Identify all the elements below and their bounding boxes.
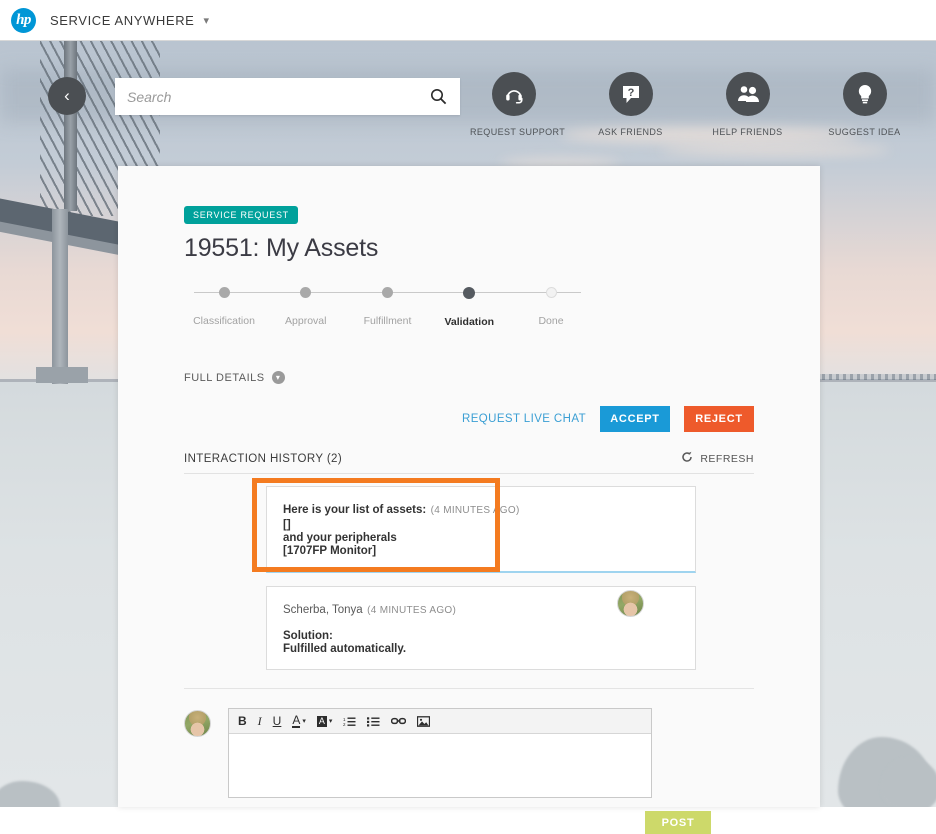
avatar bbox=[184, 710, 211, 737]
message-timestamp: (4 MINUTES AGO) bbox=[430, 505, 520, 516]
bulleted-list-icon[interactable] bbox=[367, 716, 380, 727]
quick-action-label: ASK FRIENDS bbox=[598, 127, 663, 137]
image-icon[interactable] bbox=[417, 715, 431, 727]
quick-action-label: HELP FRIENDS bbox=[712, 127, 783, 137]
lightbulb-icon bbox=[842, 72, 887, 116]
tracker-step-approval[interactable]: Approval bbox=[266, 287, 346, 328]
message-line: [] bbox=[283, 519, 291, 531]
step-dot bbox=[218, 287, 230, 298]
chevron-down-circle-icon: ▾ bbox=[271, 371, 285, 384]
message-item-2-wrap: Scherba, Tonya (4 MINUTES AGO) Solution:… bbox=[184, 586, 754, 670]
quick-action-help-friends[interactable]: HELP FRIENDS bbox=[704, 72, 791, 137]
step-label: Fulfillment bbox=[363, 315, 412, 327]
step-label: Approval bbox=[285, 315, 327, 327]
svg-text:2: 2 bbox=[343, 722, 346, 727]
step-dot bbox=[545, 287, 557, 298]
refresh-label: REFRESH bbox=[700, 452, 754, 465]
step-label: Classification bbox=[193, 315, 255, 327]
quick-action-ask-friends[interactable]: ? ASK FRIENDS bbox=[587, 72, 674, 137]
hp-logo-icon[interactable]: hp bbox=[11, 7, 36, 33]
brand-title: SERVICE ANYWHERE bbox=[50, 12, 195, 28]
status-badge: SERVICE REQUEST bbox=[184, 206, 298, 224]
action-row: REQUEST LIVE CHAT ACCEPT REJECT bbox=[184, 406, 754, 432]
editor-toolbar: B I U A ▾ A ▾ 1 2 bbox=[229, 709, 651, 734]
question-bubble-icon: ? bbox=[608, 72, 653, 116]
avatar bbox=[617, 590, 644, 617]
svg-text:?: ? bbox=[627, 87, 634, 99]
headset-icon bbox=[491, 72, 536, 116]
step-label: Validation bbox=[444, 316, 495, 328]
link-icon[interactable] bbox=[391, 716, 407, 726]
message-item[interactable]: Here is your list of assets: (4 MINUTES … bbox=[266, 486, 696, 573]
numbered-list-icon[interactable]: 1 2 bbox=[343, 716, 356, 727]
tracker-step-fulfillment[interactable]: Fulfillment bbox=[348, 287, 428, 328]
comment-input[interactable] bbox=[229, 734, 651, 797]
text-color-icon[interactable]: A ▾ bbox=[292, 714, 306, 728]
accept-button[interactable]: ACCEPT bbox=[600, 406, 670, 432]
step-dot bbox=[382, 287, 393, 298]
sidebar-collapse-button[interactable]: ‹ bbox=[48, 77, 86, 115]
people-icon bbox=[725, 72, 770, 116]
step-dot bbox=[463, 287, 476, 299]
full-details-toggle[interactable]: FULL DETAILS ▾ bbox=[184, 371, 754, 384]
italic-icon[interactable]: I bbox=[258, 715, 262, 727]
quick-action-label: REQUEST SUPPORT bbox=[470, 127, 566, 137]
bold-icon[interactable]: B bbox=[238, 715, 247, 727]
progress-tracker: Classification Approval Fulfillment Vali… bbox=[184, 287, 591, 333]
refresh-button[interactable]: REFRESH bbox=[681, 451, 754, 466]
message-line: Fulfilled automatically. bbox=[283, 643, 407, 655]
reject-button[interactable]: REJECT bbox=[684, 406, 754, 432]
quick-action-suggest-idea[interactable]: SUGGEST IDEA bbox=[821, 72, 908, 137]
content-panel: SERVICE REQUEST 19551: My Assets Classif… bbox=[118, 166, 820, 834]
step-label: Done bbox=[538, 315, 564, 327]
post-button[interactable]: POST bbox=[645, 811, 711, 834]
refresh-icon bbox=[681, 451, 693, 466]
quick-actions: REQUEST SUPPORT ? ASK FRIENDS HELP FRIEN… bbox=[470, 72, 908, 137]
message-heading: Here is your list of assets: bbox=[283, 504, 427, 516]
request-live-chat-link[interactable]: REQUEST LIVE CHAT bbox=[462, 413, 586, 425]
message-item-1-wrap: Here is your list of assets: (4 MINUTES … bbox=[184, 478, 754, 573]
message-timestamp: (4 MINUTES AGO) bbox=[367, 605, 457, 616]
message-author: Scherba, Tonya bbox=[283, 604, 363, 616]
full-details-label: FULL DETAILS bbox=[184, 371, 265, 384]
search-input[interactable] bbox=[127, 88, 430, 105]
chevron-down-icon[interactable]: ▾ bbox=[203, 14, 209, 27]
message-line: and your peripherals bbox=[283, 532, 397, 544]
message-line: [1707FP Monitor] bbox=[283, 545, 377, 557]
chevron-left-icon: ‹ bbox=[64, 86, 70, 105]
page-title: 19551: My Assets bbox=[184, 234, 379, 262]
message-list: Here is your list of assets: (4 MINUTES … bbox=[184, 478, 754, 670]
tracker-step-done[interactable]: Done bbox=[511, 287, 591, 328]
message-line: Solution: bbox=[283, 630, 333, 642]
composer-divider bbox=[184, 688, 754, 689]
quick-action-label: SUGGEST IDEA bbox=[828, 127, 901, 137]
post-row: POST bbox=[184, 811, 754, 834]
highlight-color-icon[interactable]: A ▾ bbox=[316, 715, 332, 727]
quick-action-request-support[interactable]: REQUEST SUPPORT bbox=[470, 72, 566, 137]
rich-text-editor[interactable]: B I U A ▾ A ▾ 1 2 bbox=[228, 708, 652, 798]
search-box[interactable] bbox=[115, 78, 460, 115]
interaction-history-header: INTERACTION HISTORY (2) REFRESH bbox=[184, 451, 754, 474]
step-dot bbox=[300, 287, 312, 298]
interaction-history-title: INTERACTION HISTORY (2) bbox=[184, 452, 343, 465]
tracker-step-validation[interactable]: Validation bbox=[429, 287, 509, 328]
comment-composer: B I U A ▾ A ▾ 1 2 bbox=[184, 708, 754, 798]
search-icon[interactable] bbox=[430, 88, 447, 105]
underline-icon[interactable]: U bbox=[273, 715, 282, 727]
tracker-step-classification[interactable]: Classification bbox=[184, 287, 264, 328]
top-bar: hp SERVICE ANYWHERE ▾ bbox=[0, 0, 936, 41]
